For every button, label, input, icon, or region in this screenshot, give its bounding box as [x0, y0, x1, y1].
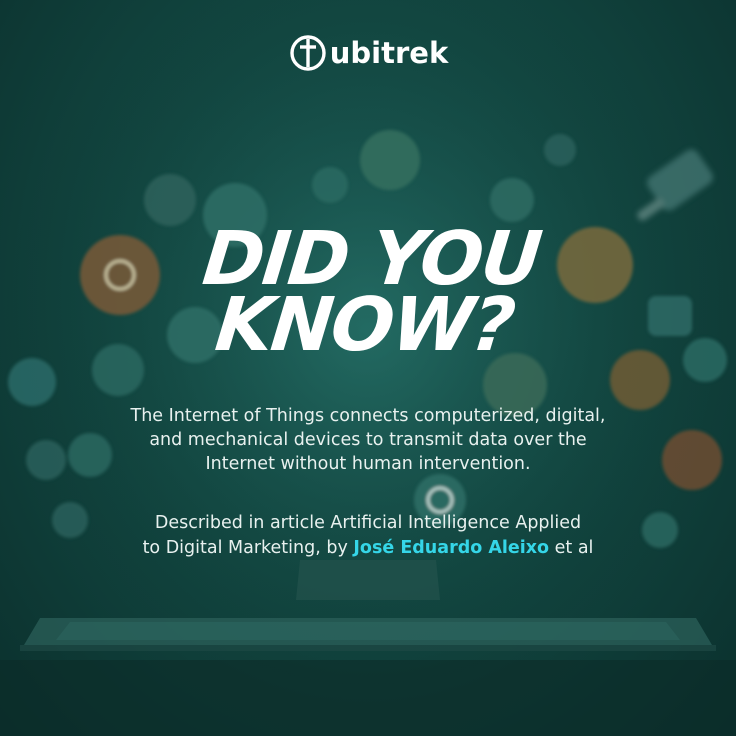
citation-suffix: et al: [554, 538, 594, 558]
fact-line-1: The Internet of Things connects computer…: [130, 406, 606, 426]
ubitrek-logo-icon: [290, 35, 326, 71]
citation-line-2: to Digital Marketing, by José Eduardo Al…: [60, 536, 676, 561]
headline-line-2: KNOW?: [211, 282, 518, 368]
citation-line-1: Described in article Artificial Intellig…: [154, 513, 582, 533]
fact-paragraph: The Internet of Things connects computer…: [60, 404, 676, 476]
citation-author: José Eduardo Aleixo: [353, 538, 550, 558]
headline: DID YOU KNOW?: [0, 216, 736, 368]
social-post-canvas: ubitrek DID YOU KNOW? The Internet of Th…: [0, 0, 736, 736]
brand-logo: ubitrek: [0, 28, 736, 78]
fact-line-2: and mechanical devices to transmit data …: [149, 430, 587, 450]
citation-prefix: to Digital Marketing, by: [142, 538, 348, 558]
brand-name: ubitrek: [329, 36, 449, 70]
fact-line-3: Internet without human intervention.: [205, 454, 531, 474]
citation: Described in article Artificial Intellig…: [60, 511, 676, 561]
tech-background-illustration: [0, 0, 736, 736]
